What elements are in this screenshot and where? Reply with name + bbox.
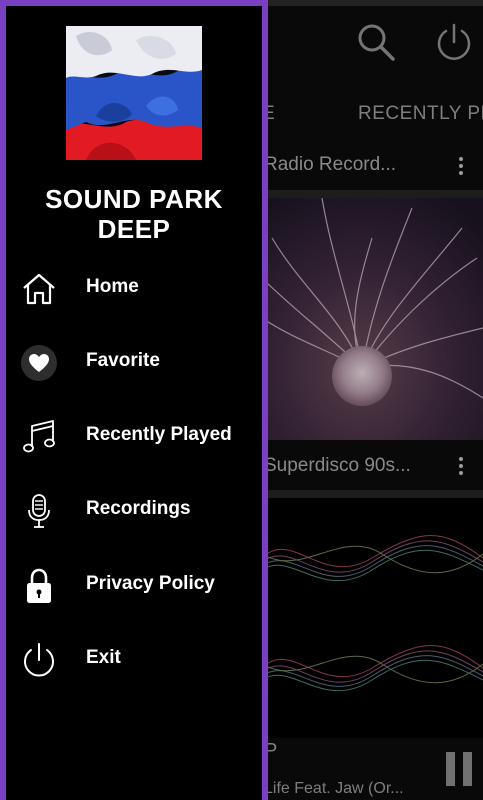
menu-item-label: Home [86,276,139,297]
menu-item-exit[interactable]: Exit [6,629,262,691]
station-logo [66,26,202,160]
menu-item-home[interactable]: Home [6,258,262,320]
menu-item-label: Favorite [86,350,160,371]
lock-icon [20,567,58,605]
menu-item-label: Recordings [86,498,191,519]
menu-item-favorite[interactable]: Favorite [6,332,262,394]
home-icon [20,270,58,308]
menu-item-recordings[interactable]: Recordings [6,480,262,542]
navigation-drawer: SOUND PARK DEEP Home Favorite Recently P… [0,0,268,800]
menu-item-label: Recently Played [86,424,232,445]
menu-item-label: Exit [86,647,121,668]
music-notes-icon [20,418,58,456]
menu-item-privacy-policy[interactable]: Privacy Policy [6,555,262,617]
microphone-icon [20,492,58,530]
menu-item-recently-played[interactable]: Recently Played [6,406,262,468]
power-icon [20,641,58,679]
menu-item-label: Privacy Policy [86,573,215,594]
station-name: SOUND PARK DEEP [45,184,223,244]
heart-icon [20,344,58,382]
drawer-scrim[interactable] [263,0,483,800]
